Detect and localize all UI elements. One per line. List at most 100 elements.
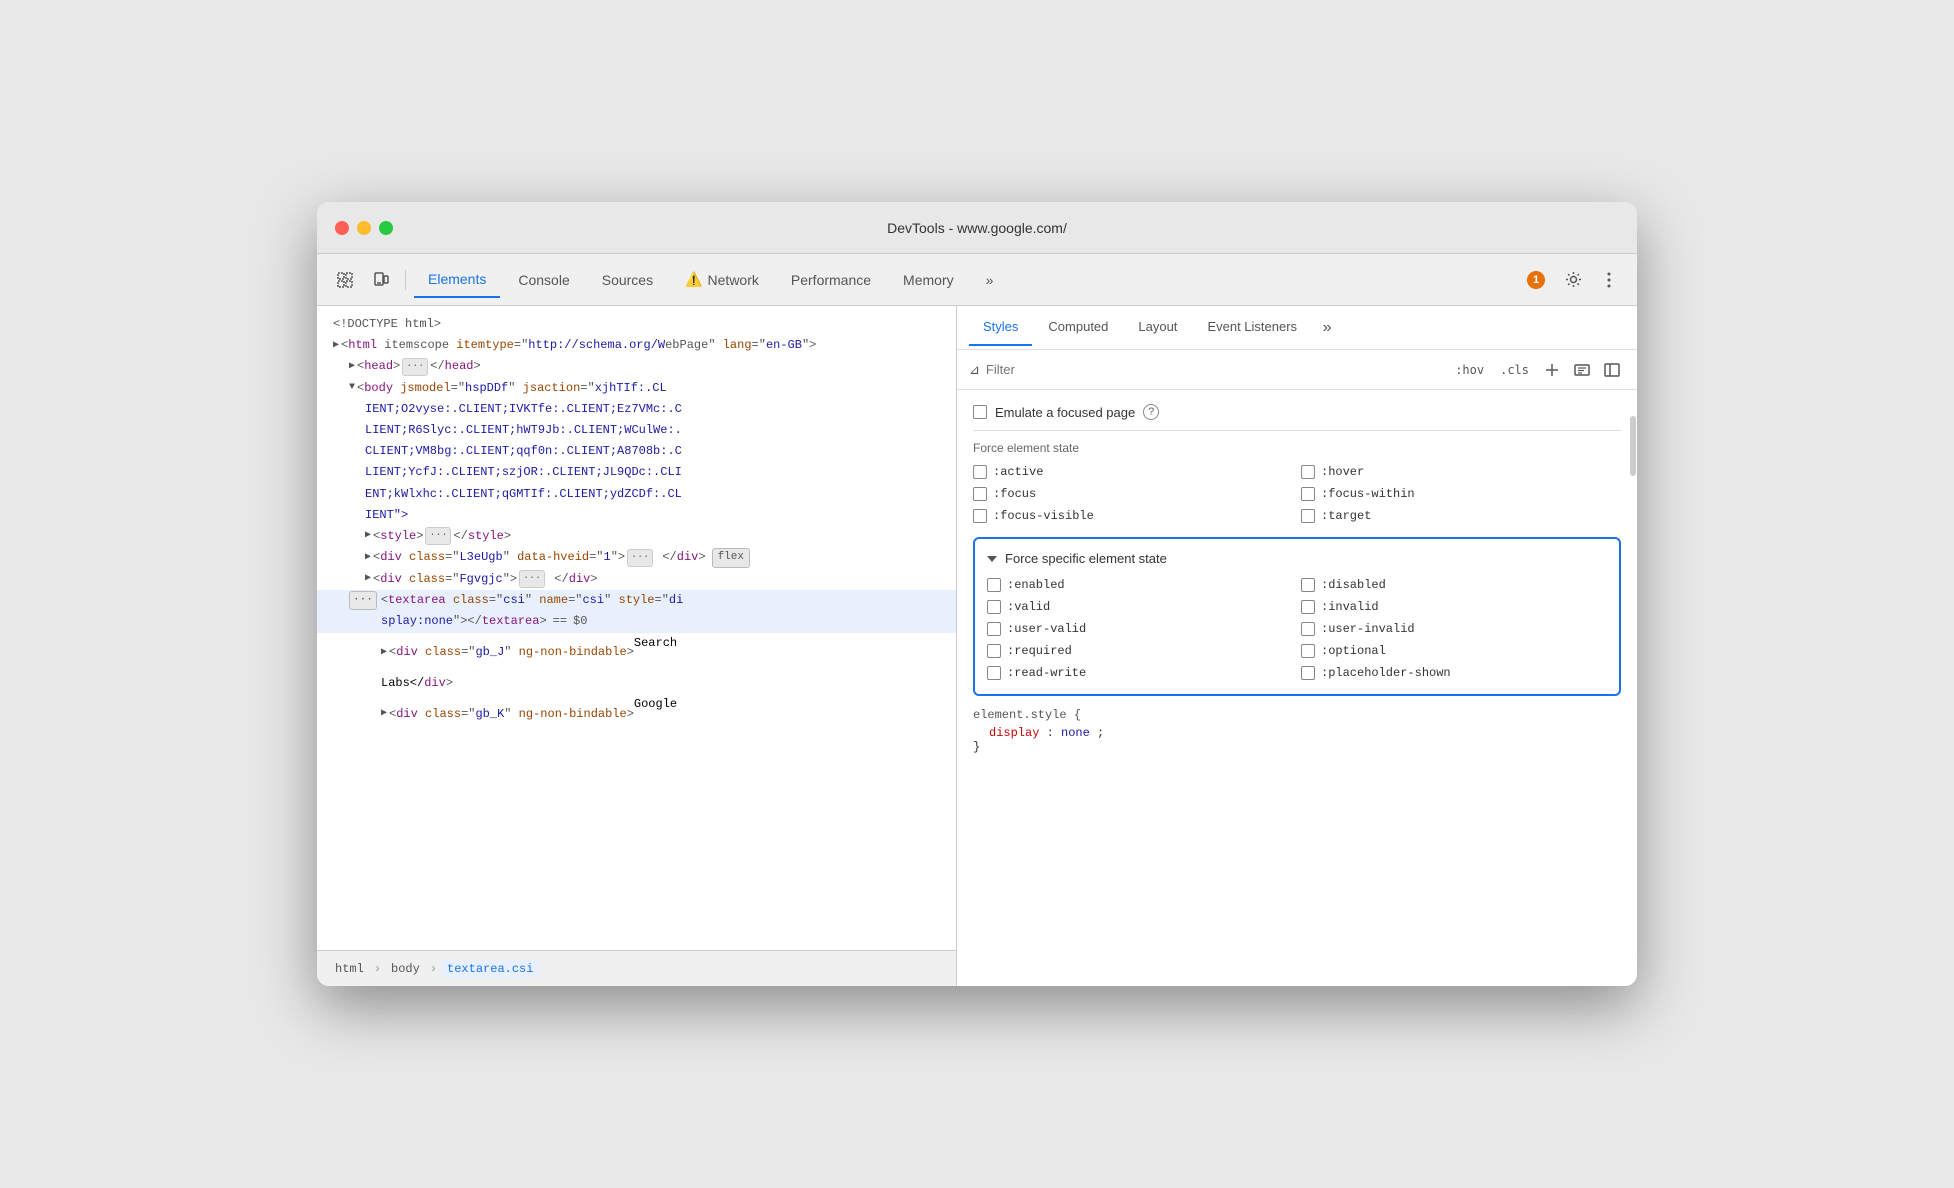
dom-line-head[interactable]: ▶ <head> ··· </head> [317,356,956,377]
dom-panel: <!DOCTYPE html> ▶ <html itemscope itemty… [317,306,957,986]
minimize-button[interactable] [357,221,371,235]
hov-button[interactable]: :hov [1449,361,1490,379]
element-style-header: element.style { [973,708,1621,722]
scrollbar-thumb[interactable] [1630,416,1636,476]
breadcrumb-body[interactable]: body [385,960,426,978]
state-item-active: :active [973,463,1293,481]
cls-button[interactable]: .cls [1494,361,1535,379]
force-specific-grid: :enabled :disabled :valid :invalid [987,576,1607,682]
state-item-enabled: :enabled [987,576,1293,594]
dom-line-textarea[interactable]: ··· <textarea class="csi" name="csi" sty… [317,590,956,612]
issues-badge[interactable]: 1 [1519,267,1553,293]
emulate-checkbox[interactable] [973,405,987,419]
close-button[interactable] [335,221,349,235]
tab-styles[interactable]: Styles [969,310,1032,346]
style-property-display: display : none ; [973,726,1621,740]
tab-console[interactable]: Console [504,262,583,298]
checkbox-focus-visible[interactable] [973,509,987,523]
state-item-disabled: :disabled [1301,576,1607,594]
checkbox-enabled[interactable] [987,578,1001,592]
ellipsis-badge-style[interactable]: ··· [425,527,451,545]
dom-line-textarea-cont: splay:none"></textarea> == $0 [317,611,956,632]
state-item-focus: :focus [973,485,1293,503]
expand-arrow[interactable]: ▶ [333,338,339,354]
breadcrumb-html[interactable]: html [329,960,370,978]
filter-bar: ⊿ :hov .cls [957,350,1637,390]
expand-arrow-div1[interactable]: ▶ [365,550,371,566]
more-options-button[interactable] [1593,264,1625,296]
checkbox-active[interactable] [973,465,987,479]
toggle-sidebar-button[interactable] [1599,357,1625,383]
tab-performance[interactable]: Performance [777,262,885,298]
expand-arrow-style[interactable]: ▶ [365,528,371,544]
main-content: <!DOCTYPE html> ▶ <html itemscope itemty… [317,306,1637,986]
tab-layout[interactable]: Layout [1124,310,1191,346]
state-item-target: :target [1301,507,1621,525]
dom-line-div-gbk[interactable]: ▶ <div class="gb_K" ng-non-bindable>Goog… [317,694,956,734]
help-icon[interactable]: ? [1143,404,1159,420]
state-item-read-write: :read-write [987,664,1293,682]
checkbox-disabled[interactable] [1301,578,1315,592]
tab-sources[interactable]: Sources [588,262,667,298]
state-item-focus-visible: :focus-visible [973,507,1293,525]
filter-input[interactable] [986,362,1441,377]
state-item-invalid: :invalid [1301,598,1607,616]
state-item-user-valid: :user-valid [987,620,1293,638]
dom-line-style[interactable]: ▶ <style> ··· </style> [317,526,956,547]
expand-arrow-div2[interactable]: ▶ [365,571,371,587]
checkbox-invalid[interactable] [1301,600,1315,614]
state-item-valid: :valid [987,598,1293,616]
checkbox-optional[interactable] [1301,644,1315,658]
checkbox-valid[interactable] [987,600,1001,614]
expand-arrow-head[interactable]: ▶ [349,359,355,375]
titlebar: DevTools - www.google.com/ [317,202,1637,254]
add-style-rule-button[interactable] [1539,357,1565,383]
dom-line-html[interactable]: ▶ <html itemscope itemtype="http://schem… [317,335,956,356]
checkbox-user-valid[interactable] [987,622,1001,636]
tab-computed[interactable]: Computed [1034,310,1122,346]
tab-elements[interactable]: Elements [414,262,500,298]
dom-line-doctype[interactable]: <!DOCTYPE html> [317,314,956,335]
inspect-element-button[interactable] [329,264,361,296]
checkbox-focus-within[interactable] [1301,487,1315,501]
breadcrumb-textarea[interactable]: textarea.csi [441,960,539,978]
dom-tree[interactable]: <!DOCTYPE html> ▶ <html itemscope itemty… [317,306,956,950]
checkbox-target[interactable] [1301,509,1315,523]
tab-more[interactable]: » [972,262,1008,298]
ellipsis-badge-div2[interactable]: ··· [519,570,545,588]
ellipsis-badge[interactable]: ··· [402,358,428,376]
flex-badge[interactable]: flex [712,548,750,568]
style-close-brace: } [973,740,1621,754]
state-item-placeholder-shown: :placeholder-shown [1301,664,1607,682]
checkbox-read-write[interactable] [987,666,1001,680]
checkbox-user-invalid[interactable] [1301,622,1315,636]
dom-line-body[interactable]: ▼ <body jsmodel="hspDDf" jsaction="xjhTI… [317,378,956,399]
tab-memory[interactable]: Memory [889,262,968,298]
toolbar-separator [405,270,406,290]
ellipsis-badge-div1[interactable]: ··· [627,549,653,567]
checkbox-hover[interactable] [1301,465,1315,479]
dots-menu[interactable]: ··· [349,591,377,611]
styles-more-tabs[interactable]: » [1313,314,1341,342]
scrollbar-track[interactable] [1629,396,1637,986]
label-required: :required [1007,644,1072,658]
emulate-label: Emulate a focused page [995,405,1135,420]
checkbox-required[interactable] [987,644,1001,658]
expand-arrow-gbj[interactable]: ▶ [381,645,387,661]
checkbox-placeholder-shown[interactable] [1301,666,1315,680]
dom-line-div-fgvgjc[interactable]: ▶ <div class="Fgvgjc"> ··· </div> [317,569,956,590]
tab-event-listeners[interactable]: Event Listeners [1193,310,1311,346]
tab-network[interactable]: ⚠️ Network [671,262,773,298]
expand-arrow-gbk[interactable]: ▶ [381,706,387,722]
collapse-arrow-body[interactable]: ▼ [349,380,355,396]
checkbox-focus[interactable] [973,487,987,501]
dom-line-body-cont3: CLIENT;VM8bg:.CLIENT;qqf0n:.CLIENT;A8708… [317,441,956,462]
settings-button[interactable] [1557,264,1589,296]
filter-icon: ⊿ [969,362,980,378]
dom-line-div-l3eugb[interactable]: ▶ <div class="L3eUgb" data-hveid="1"> ··… [317,547,956,569]
device-toolbar-button[interactable] [365,264,397,296]
maximize-button[interactable] [379,221,393,235]
element-state-toggle[interactable] [1569,357,1595,383]
element-style-section: element.style { display : none ; } [973,708,1621,754]
dom-line-div-gbj[interactable]: ▶ <div class="gb_J" ng-non-bindable>Sear… [317,633,956,673]
